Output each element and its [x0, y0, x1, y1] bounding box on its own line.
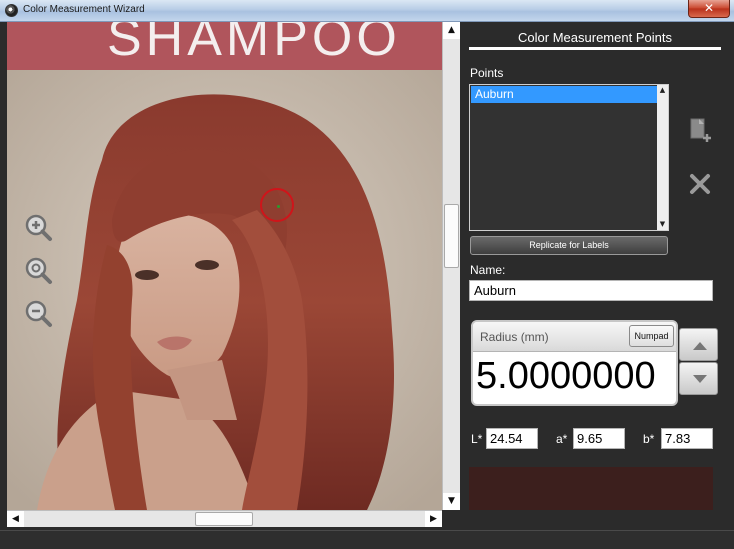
window-title: Color Measurement Wizard	[23, 4, 145, 15]
scroll-up-icon[interactable]: ▲	[443, 22, 460, 39]
zoom-in-icon[interactable]	[23, 212, 53, 242]
horizontal-scroll-thumb[interactable]	[195, 512, 253, 526]
arrow-up-icon	[693, 342, 707, 350]
b-star-label: b*	[643, 432, 655, 446]
list-scroll-down-icon[interactable]: ▼	[657, 219, 668, 230]
title-bar: Color Measurement Wizard ✕	[0, 0, 734, 22]
l-star-label: L*	[471, 432, 483, 446]
radius-label: Radius (mm)	[480, 330, 549, 344]
scroll-left-icon[interactable]: ◀	[7, 511, 24, 527]
scroll-down-icon[interactable]: ▼	[443, 493, 460, 510]
b-star-value: 7.83	[661, 428, 713, 449]
l-star-value: 24.54	[486, 428, 538, 449]
shampoo-banner: SHAMPOO	[7, 22, 442, 70]
zoom-fit-icon[interactable]	[23, 255, 53, 285]
status-bar	[0, 530, 734, 549]
numpad-button[interactable]: Numpad	[629, 325, 674, 347]
delete-point-icon[interactable]	[688, 172, 712, 196]
vertical-scrollbar[interactable]: ▲ ▼	[442, 22, 460, 510]
vertical-scroll-thumb[interactable]	[444, 204, 459, 268]
measurement-target-dot	[277, 205, 280, 208]
points-list-scrollbar[interactable]: ▲ ▼	[657, 85, 668, 230]
measurement-target-ring[interactable]	[260, 188, 294, 222]
image-viewport[interactable]: SHAMPOO	[7, 22, 442, 510]
a-star-value: 9.65	[573, 428, 625, 449]
horizontal-scrollbar[interactable]: ◀ ▶	[7, 510, 442, 527]
color-swatch	[469, 467, 713, 510]
points-list[interactable]: Auburn ▲ ▼	[469, 84, 669, 231]
banner-text: SHAMPOO	[107, 22, 401, 67]
radius-header: Radius (mm) Numpad	[473, 322, 676, 352]
app-icon	[5, 4, 18, 17]
radius-stepper[interactable]	[679, 328, 718, 395]
zoom-out-icon[interactable]	[23, 298, 53, 328]
name-label: Name:	[470, 263, 506, 277]
points-label: Points	[470, 66, 504, 80]
arrow-down-icon	[693, 375, 707, 383]
scroll-right-icon[interactable]: ▶	[425, 511, 442, 527]
list-item[interactable]: Auburn	[471, 86, 657, 103]
close-button[interactable]: ✕	[688, 0, 730, 18]
radius-value[interactable]: 5.0000000	[476, 355, 656, 398]
name-input[interactable]: Auburn	[469, 280, 713, 301]
list-scroll-up-icon[interactable]: ▲	[657, 85, 668, 96]
add-point-icon[interactable]	[688, 118, 712, 142]
increment-button[interactable]	[679, 328, 718, 361]
radius-input-box[interactable]: Radius (mm) Numpad 5.0000000	[471, 320, 678, 406]
replicate-for-labels-button[interactable]: Replicate for Labels	[470, 236, 668, 255]
portrait-photo	[7, 70, 442, 510]
a-star-label: a*	[556, 432, 568, 446]
panel-header: Color Measurement Points	[469, 30, 721, 50]
decrement-button[interactable]	[679, 362, 718, 395]
